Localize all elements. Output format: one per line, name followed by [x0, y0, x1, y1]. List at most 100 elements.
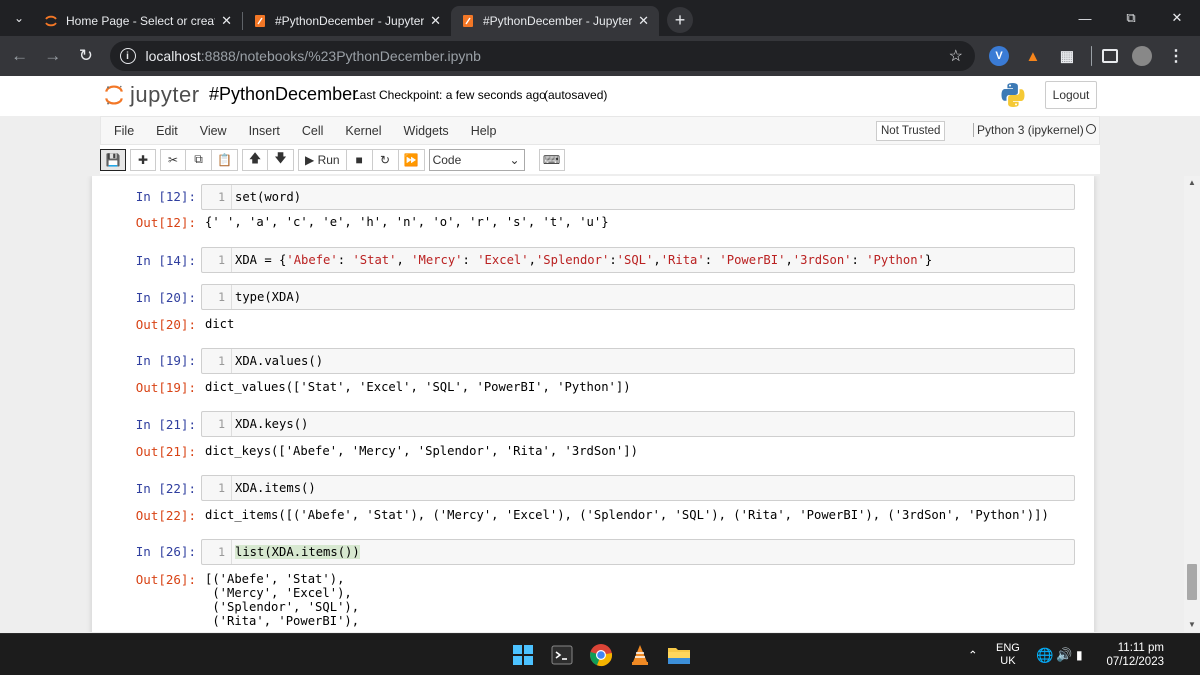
browser-menu-icon[interactable]: ⋮ [1166, 46, 1186, 66]
restart-icon[interactable]: ↻ [372, 148, 399, 171]
side-panel-icon[interactable] [1101, 49, 1118, 63]
battery-icon[interactable]: ▮ [1076, 634, 1083, 675]
window-close-icon[interactable]: ✕ [1154, 0, 1200, 36]
cut-icon[interactable]: ✂ [160, 148, 186, 171]
menu-help[interactable]: Help [460, 124, 508, 138]
browser-tab-home[interactable]: Home Page - Select or create a notebook … [34, 6, 242, 36]
insert-cell-icon[interactable]: ✚ [130, 148, 156, 171]
code-cell-input[interactable]: 1 XDA.values() [201, 348, 1075, 374]
restore-icon[interactable]: ⧉ [1108, 0, 1154, 36]
run-button[interactable]: ▶ Run [298, 148, 347, 171]
region-code: UK [1000, 655, 1016, 667]
code-cell-input[interactable]: 1 set(word) [201, 184, 1075, 210]
move-up-icon[interactable]: 🡅 [242, 148, 268, 171]
menu-view[interactable]: View [189, 124, 238, 138]
menu-file[interactable]: File [101, 124, 145, 138]
cell-output: [('Abefe', 'Stat'), ('Mercy', 'Excel'), … [205, 572, 360, 628]
move-down-icon[interactable]: 🡇 [268, 148, 294, 171]
notebook-area: In [12]: 1 set(word) Out[12]: {' ', 'a',… [0, 176, 1184, 632]
profile-avatar[interactable] [1131, 46, 1152, 66]
notebook-toolbar: 💾 ✚ ✂ ⧉ 📋 🡅 🡇 ▶ Run ■ ↻ ⏩ Code ⌄ ⌨ [100, 145, 1100, 174]
bookmark-star-icon[interactable]: ☆ [949, 46, 963, 66]
toolbar-divider [1090, 46, 1092, 66]
windows-start-icon[interactable] [510, 642, 536, 668]
cell-output: dict_items([('Abefe', 'Stat'), ('Mercy',… [205, 508, 1049, 522]
save-icon[interactable]: 💾 [100, 148, 126, 171]
tab-search-icon[interactable]: ⌄ [4, 5, 34, 31]
menu-insert[interactable]: Insert [238, 124, 291, 138]
line-number: 1 [202, 285, 232, 309]
extensions-area: V ▲ ▦ ⋮ [988, 46, 1200, 66]
copy-icon[interactable]: ⧉ [186, 148, 212, 171]
minimize-icon[interactable]: — [1062, 0, 1108, 36]
url-path: :8888/notebooks/%23PythonDecember.ipynb [200, 48, 481, 64]
extensions-puzzle-icon[interactable]: ▦ [1057, 46, 1077, 66]
code-text: set(word) [235, 190, 302, 204]
paste-icon[interactable]: 📋 [212, 148, 238, 171]
output-prompt: Out[22]: [135, 508, 196, 523]
output-prompt: Out[19]: [135, 380, 196, 395]
forward-icon[interactable]: → [37, 40, 68, 72]
vlc-icon[interactable] [627, 642, 653, 668]
back-icon[interactable]: ← [4, 40, 35, 72]
menu-widgets[interactable]: Widgets [393, 124, 460, 138]
network-icon[interactable]: 🌐 [1036, 634, 1053, 675]
chrome-icon[interactable] [588, 642, 614, 668]
code-cell-input[interactable]: 1 type(XDA) [201, 284, 1075, 310]
tab-close-icon[interactable]: ✕ [638, 13, 649, 29]
v-extension-icon[interactable]: V [988, 46, 1009, 66]
kernel-name[interactable]: Python 3 (ipykernel) [973, 123, 1084, 137]
input-prompt: In [26]: [135, 544, 196, 559]
cell-output: dict [205, 317, 235, 331]
browser-tab-notebook[interactable]: #PythonDecember - Jupyter Notebook ✕ [243, 6, 451, 36]
interrupt-icon[interactable]: ■ [346, 148, 373, 171]
reload-icon[interactable]: ↻ [70, 40, 101, 72]
address-bar[interactable]: i localhost:8888/notebooks/%23PythonDece… [109, 41, 975, 71]
browser-tab-notebook-active[interactable]: #PythonDecember - Jupyter Notebook ✕ [451, 6, 659, 36]
restart-run-all-icon[interactable]: ⏩ [398, 148, 425, 171]
menu-cell[interactable]: Cell [291, 124, 335, 138]
cell-output: dict_keys(['Abefe', 'Mercy', 'Splendor',… [205, 444, 638, 458]
checkpoint-status: Last Checkpoint: a few seconds ago [353, 88, 546, 102]
line-number: 1 [202, 248, 232, 272]
output-prompt: Out[20]: [135, 317, 196, 332]
language-indicator[interactable]: ENG UK [996, 642, 1020, 668]
menu-kernel[interactable]: Kernel [334, 124, 392, 138]
line-number: 1 [202, 349, 232, 373]
code-text: XDA.keys() [235, 417, 309, 431]
tab-close-icon[interactable]: ✕ [221, 13, 232, 29]
file-explorer-icon[interactable] [666, 642, 692, 668]
code-cell-input[interactable]: 1 XDA.keys() [201, 411, 1075, 437]
scrollbar-thumb[interactable] [1187, 564, 1197, 600]
scroll-down-arrow-icon[interactable]: ▼ [1188, 620, 1196, 629]
menu-edit[interactable]: Edit [145, 124, 189, 138]
logout-button[interactable]: Logout [1045, 81, 1097, 109]
command-palette-icon[interactable]: ⌨ [538, 148, 565, 171]
clock[interactable]: 11:11 pm 07/12/2023 [1098, 641, 1164, 669]
notebook-title[interactable]: #PythonDecember [209, 84, 358, 105]
new-tab-button[interactable]: + [667, 7, 693, 33]
url-host: localhost [145, 48, 201, 64]
code-cell-input[interactable]: 1 XDA.items() [201, 475, 1075, 501]
tab-close-icon[interactable]: ✕ [430, 13, 441, 29]
output-prompt: Out[12]: [135, 215, 196, 230]
jupyter-logo-icon [105, 85, 123, 105]
scroll-up-arrow-icon[interactable]: ▲ [1188, 178, 1196, 187]
tray-overflow-icon[interactable]: ⌃ [968, 634, 978, 675]
input-prompt: In [20]: [135, 290, 196, 305]
not-trusted-button[interactable]: Not Trusted [876, 121, 946, 141]
jupyter-logo[interactable]: jupyter [103, 82, 200, 108]
code-cell-input[interactable]: 1 XDA = {'Abefe': 'Stat', 'Mercy': 'Exce… [201, 247, 1075, 273]
volume-icon[interactable]: 🔊 [1056, 634, 1072, 675]
browser-toolbar: ← → ↻ i localhost:8888/notebooks/%23Pyth… [0, 36, 1200, 76]
terminal-icon[interactable] [549, 642, 575, 668]
code-cell-input-selected[interactable]: 1 list(XDA.items()) [201, 539, 1075, 565]
site-info-icon[interactable]: i [119, 48, 136, 64]
cell-type-select[interactable]: Code ⌄ [428, 148, 525, 171]
metamask-fox-icon[interactable]: ▲ [1023, 46, 1043, 66]
page-scrollbar[interactable]: ▲ ▼ [1184, 176, 1200, 632]
code-text: XDA.items() [235, 481, 316, 495]
browser-tab-bar: ⌄ Home Page - Select or create a noteboo… [0, 0, 1200, 36]
line-number: 1 [202, 412, 232, 436]
run-icon: ▶ [305, 152, 318, 167]
